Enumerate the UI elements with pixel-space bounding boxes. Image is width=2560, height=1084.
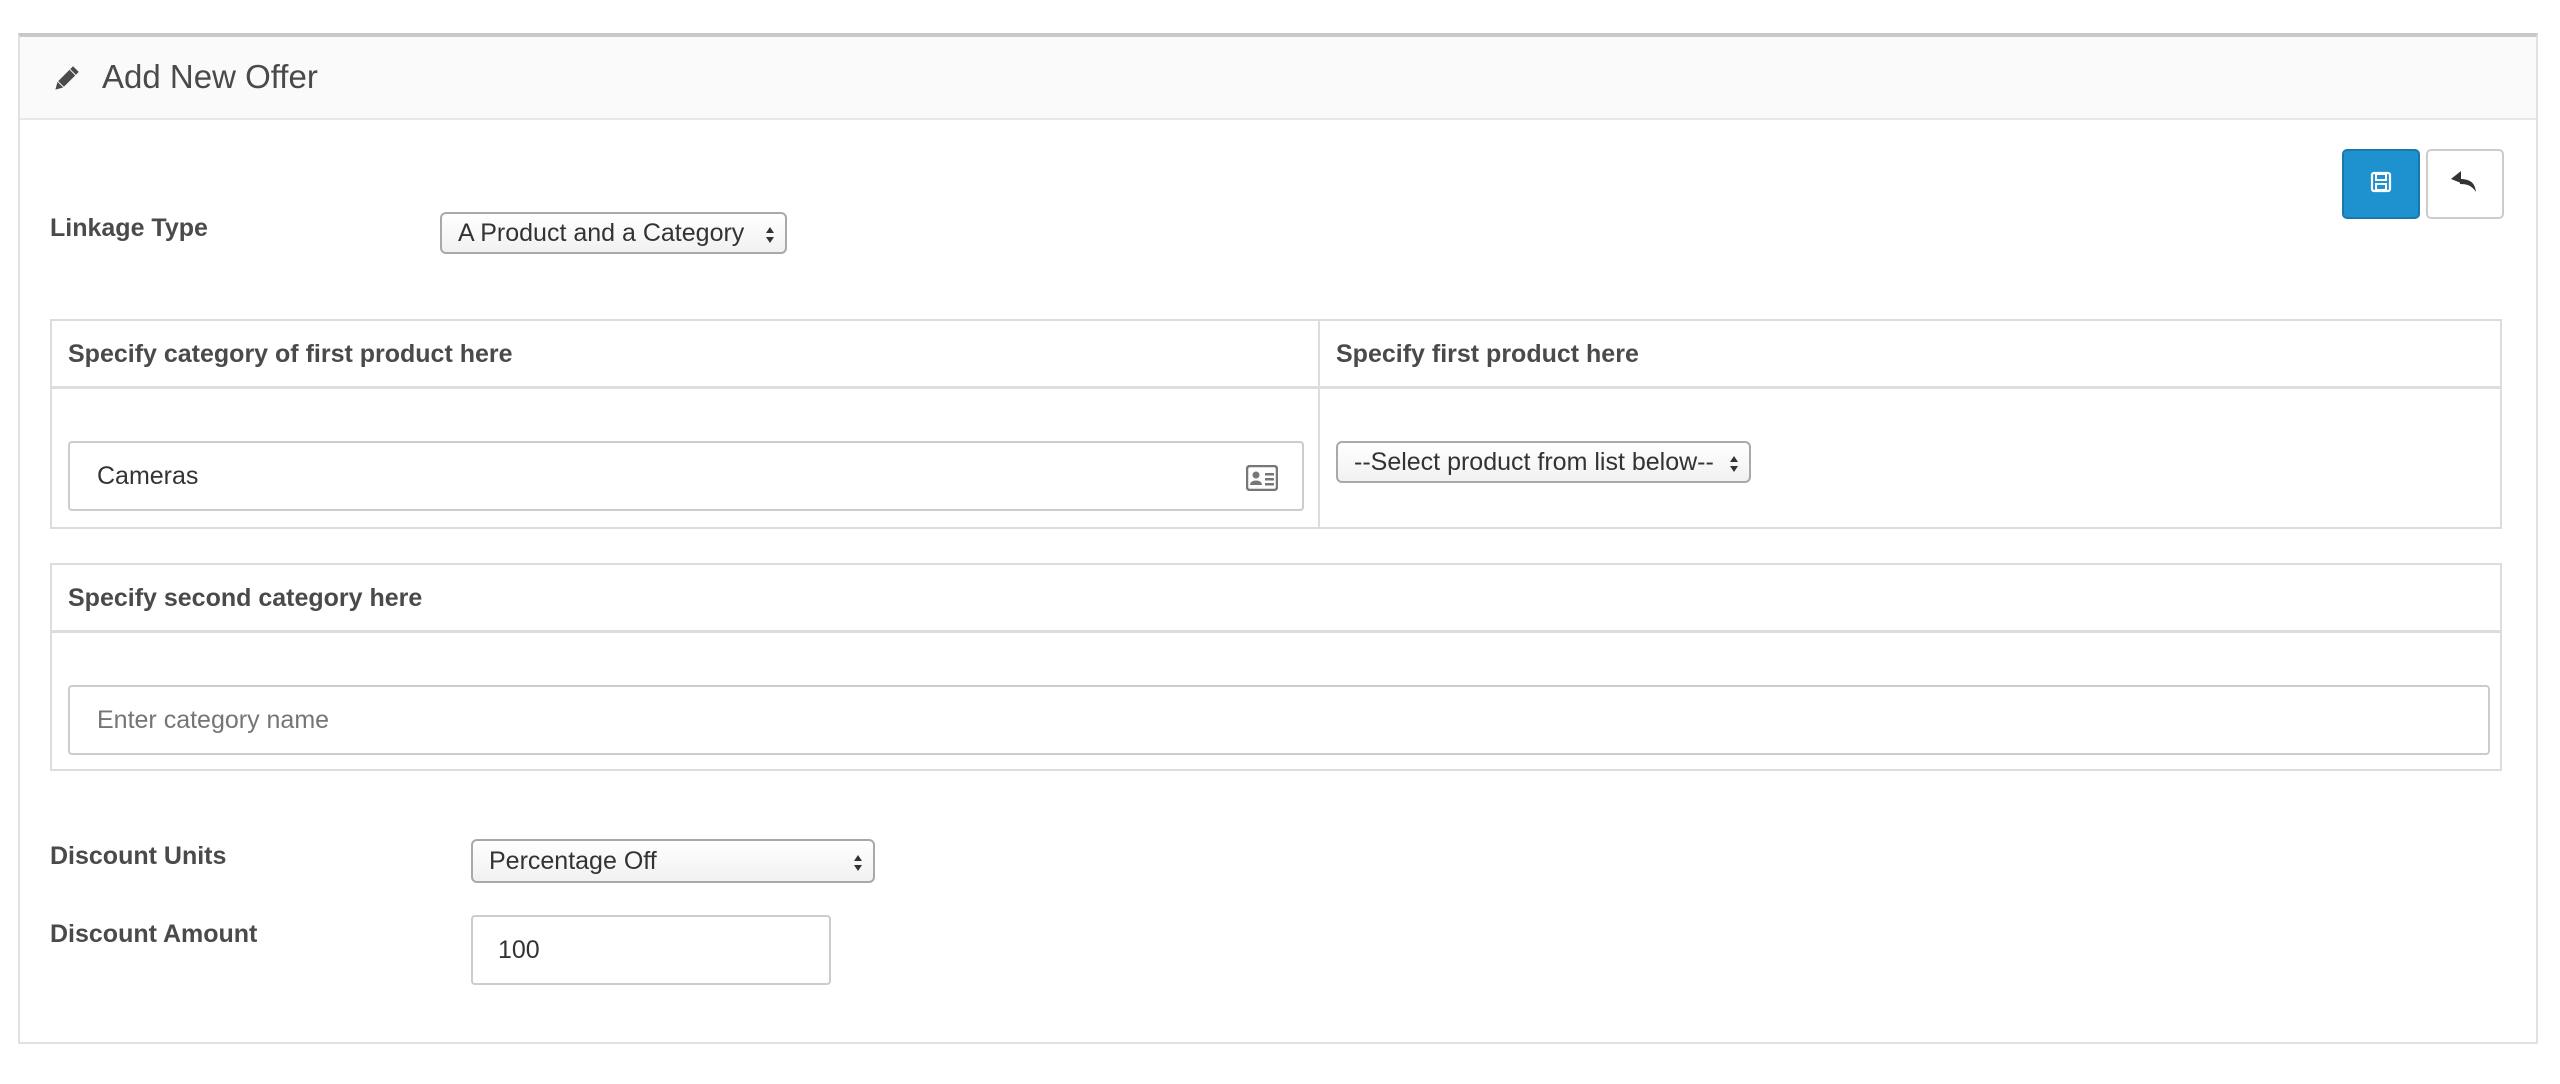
first-product-box-header: Specify category of first product here S… [52,321,2500,389]
second-category-box-header: Specify second category here [52,565,2500,633]
discount-amount-input[interactable]: 100 [471,915,831,985]
select-arrows-icon [853,851,863,871]
discount-units-value: Percentage Off [489,846,657,875]
second-category-box: Specify second category here [50,563,2502,771]
category-first-header: Specify category of first product here [68,340,513,368]
panel-heading: Add New Offer [20,37,2536,120]
id-card-icon [1245,464,1279,498]
column-divider [1318,321,1320,527]
second-category-header: Specify second category here [68,584,423,612]
linkage-type-select[interactable]: A Product and a Category [440,212,787,254]
discount-amount-label: Discount Amount [50,920,258,948]
discount-units-label: Discount Units [50,842,227,870]
first-product-box: Specify category of first product here S… [50,319,2502,529]
second-category-input[interactable] [68,685,2490,755]
first-product-select[interactable]: --Select product from list below-- [1336,441,1751,483]
offer-panel: Add New Offer Linkage Type A Product and… [18,33,2538,1044]
back-button[interactable] [2426,149,2504,219]
save-button[interactable] [2342,149,2420,219]
discount-units-select[interactable]: Percentage Off [471,839,875,883]
select-arrows-icon [765,223,775,243]
discount-amount-value: 100 [498,935,540,964]
floppy-disk-icon [2370,171,2392,198]
reply-arrow-icon [2451,170,2479,199]
first-category-value: Cameras [97,461,199,490]
select-arrows-icon [1729,452,1739,472]
first-product-value: --Select product from list below-- [1354,447,1714,476]
linkage-type-value: A Product and a Category [458,218,745,247]
linkage-type-label: Linkage Type [50,214,208,242]
page-title: Add New Offer [102,58,318,95]
first-category-input[interactable]: Cameras [68,441,1304,511]
pencil-icon [50,63,82,95]
first-product-header: Specify first product here [1336,340,1639,368]
